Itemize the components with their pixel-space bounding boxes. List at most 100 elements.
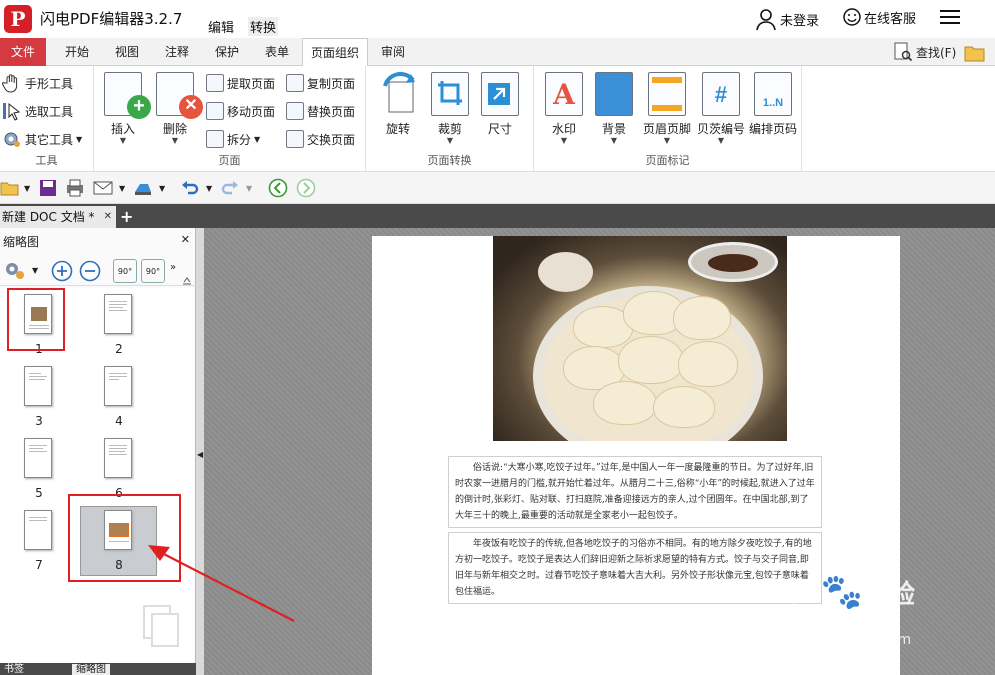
watermark-url: jingyan.baidu.com [766,632,913,648]
service-button[interactable]: 在线客服 [842,7,916,27]
hamburger-menu-icon[interactable] [940,8,962,26]
delete-page-button[interactable]: ✕ 删除 ▼ [151,72,203,145]
group-tools-label: 工具 [35,154,58,167]
chevron-down-icon[interactable]: ▼ [159,184,179,204]
undo-icon[interactable] [180,178,200,198]
zoom-out-icon[interactable] [79,260,101,282]
select-tool-button[interactable]: 选取工具 [2,100,73,122]
background-button[interactable]: 背景 ▼ [590,72,638,145]
copy-page-button[interactable]: 复制页面 [286,72,355,94]
thumbnail-page-5[interactable] [24,438,52,478]
quick-access-toolbar: ▼ ▼ ▼ ▼ ▼ [0,172,995,204]
tab-annotate[interactable]: 注释 [156,38,198,66]
folder-icon[interactable] [964,44,986,62]
app-title: 闪电PDF编辑器3.2.7 [40,10,183,28]
thumbnail-label: 2 [115,342,123,356]
tab-file[interactable]: 文件 [0,38,46,66]
hand-tool-button[interactable]: 手形工具 [2,72,73,94]
thumbnail-toolbar: ▼ 90° 90° » [0,256,196,286]
document-tab-bar: 新建 DOC 文档 * ✕ + [0,204,995,228]
settings-gear-icon[interactable] [3,260,27,282]
tab-view[interactable]: 视图 [106,38,148,66]
tab-form[interactable]: 表单 [256,38,298,66]
insert-page-button[interactable]: + 插入 ▼ [99,72,151,145]
annotation-highlight-box [7,288,65,351]
tab-page-organize[interactable]: 页面组织 [302,38,368,67]
header-footer-button[interactable]: 页眉页脚 ▼ [640,72,694,145]
print-icon[interactable] [65,178,85,198]
page-numbering-icon: 1..N [754,72,792,116]
move-page-button[interactable]: 移动页面 [206,100,275,122]
resize-icon [481,72,519,116]
swap-page-button[interactable]: 交换页面 [286,128,355,150]
rotate-right-icon[interactable]: 90° [141,259,165,283]
copy-page-label: 复制页面 [307,76,356,91]
bates-number-label: 贝茨编号 [696,122,745,136]
cursor-icon [3,102,21,121]
crop-button[interactable]: 裁剪 ▼ [426,72,474,145]
email-icon[interactable] [93,178,113,198]
new-tab-icon[interactable]: + [120,207,133,226]
insert-label: 插入 [110,122,135,136]
crop-label: 裁剪 [437,122,462,136]
split-button[interactable]: 拆分 ▼ [206,128,260,150]
scroll-up-icon[interactable] [182,276,192,286]
size-button[interactable]: 尺寸 [476,72,524,137]
watermark-button[interactable]: A 水印 ▼ [540,72,588,145]
thumbnail-page-6[interactable] [104,438,132,478]
tab-start[interactable]: 开始 [56,38,98,66]
zoom-in-icon[interactable] [51,260,73,282]
group-page-mark: A 水印 ▼ 背景 ▼ 页眉页脚 ▼ # 贝茨编号 ▼ 1..N 编排页码 页面标记 [534,66,802,172]
collapse-arrow-icon[interactable]: ◀ [197,450,203,459]
redo-icon[interactable] [220,178,240,198]
other-tools-button[interactable]: 其它工具 ▼ [2,128,82,150]
open-folder-icon[interactable] [0,178,20,198]
scanner-icon[interactable] [133,178,153,198]
watermark-brand: Bai [760,572,821,612]
login-button[interactable]: 未登录 [754,7,819,31]
page-numbering-button[interactable]: 1..N 编排页码 [746,72,800,137]
thumbnail-page-2[interactable] [104,294,132,334]
extract-page-button[interactable]: 提取页面 [206,72,275,94]
crop-icon [431,72,469,116]
extract-page-label: 提取页面 [227,76,276,91]
tab-protect[interactable]: 保护 [206,38,248,66]
bates-number-button[interactable]: # 贝茨编号 ▼ [694,72,748,145]
split-label: 拆分 [227,132,252,147]
thumbnail-page-7[interactable] [24,510,52,550]
move-page-icon [206,102,224,120]
tab-thumbnails[interactable]: 缩略图 [72,664,110,675]
chevron-down-icon: ▼ [254,134,261,144]
document-tab[interactable]: 新建 DOC 文档 * ✕ [0,206,116,228]
thumbnail-page-4[interactable] [104,366,132,406]
previous-view-icon[interactable] [268,178,288,198]
swap-page-label: 交换页面 [307,132,356,147]
delete-label: 删除 [162,122,187,136]
rotate-left-icon[interactable]: 90° [113,259,137,283]
panel-bottom-tabs: 书签 缩略图 [0,663,196,675]
find-button[interactable]: 查找(F) [893,41,956,63]
group-convert-label: 页面转换 [427,154,472,167]
rotate-button[interactable]: 旋转 [374,72,422,137]
smile-icon [843,8,861,26]
thumbnail-page-3[interactable] [24,366,52,406]
paragraph-1: 俗话说:“大寒小寒,吃饺子过年。”过年,是中国人一年一度最隆重的节日。为了过好年… [448,456,822,528]
thumbnail-label: 5 [35,486,43,500]
chevron-down-icon[interactable]: ▼ [32,266,38,275]
save-icon[interactable] [38,178,58,198]
menu-edit[interactable]: 编辑 [208,17,234,36]
tab-bookmarks[interactable]: 书签 [0,664,28,675]
rotate-icon [379,72,417,116]
gear-icon [4,132,20,147]
menu-convert[interactable]: 转换 [248,17,279,36]
next-view-icon[interactable] [296,178,316,198]
replace-page-button[interactable]: 替换页面 [286,100,355,122]
close-icon[interactable]: ✕ [181,233,190,246]
thumbnail-label: 4 [115,414,123,428]
close-icon[interactable]: ✕ [104,206,112,228]
replace-page-label: 替换页面 [307,104,356,119]
chevron-down-icon[interactable]: ▼ [246,184,266,204]
tab-review[interactable]: 审阅 [372,38,414,66]
more-options-icon[interactable]: » [170,262,176,273]
watermark-label: 水印 [551,122,576,136]
